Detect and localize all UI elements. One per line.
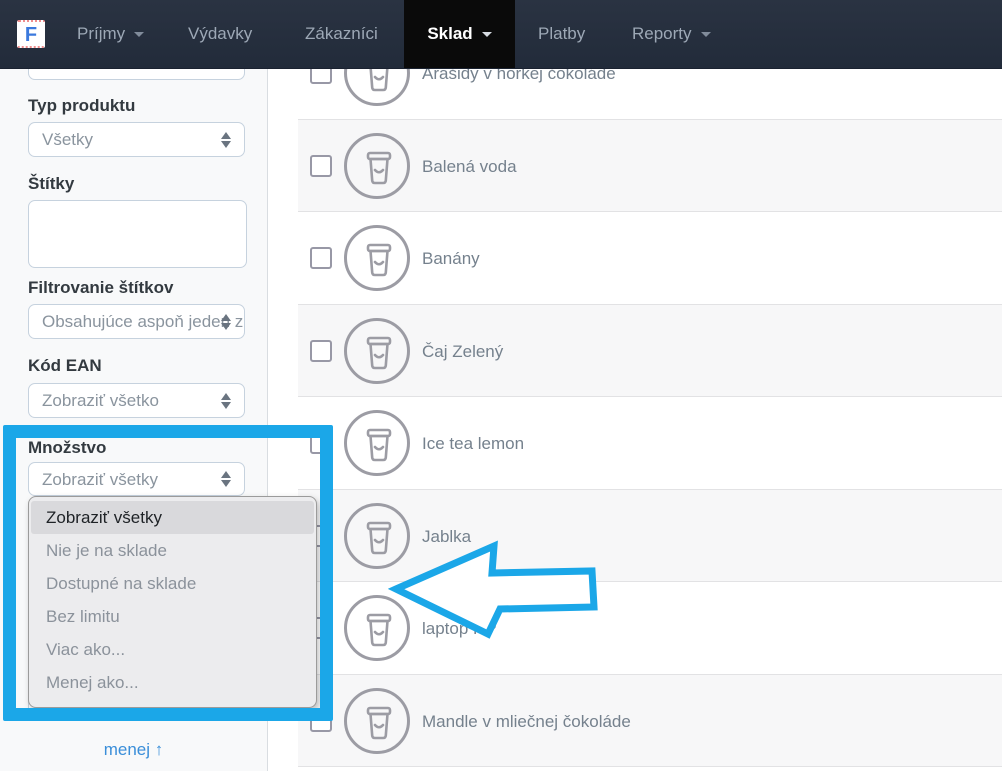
quantity-value: Zobraziť všetky [42,470,158,489]
product-row[interactable]: Čaj Zelený [298,304,1002,397]
product-checkbox[interactable] [310,340,332,362]
arrow-up-icon: ↑ [154,740,164,759]
dropdown-option-less-than[interactable]: Menej ako... [31,666,314,699]
dropdown-option-available[interactable]: Dostupné na sklade [31,567,314,600]
dropdown-option-more-than[interactable]: Viac ako... [31,633,314,666]
nav-item-reporty[interactable]: Reporty [632,0,711,68]
app-logo[interactable]: F [17,20,45,48]
quantity-label: Množstvo [28,438,107,457]
product-name: Jablka [422,527,472,546]
tags-label: Štítky [28,174,75,193]
nav-item-platby[interactable]: Platby [538,0,585,68]
product-checkbox[interactable] [310,710,332,732]
ean-code-value: Zobraziť všetko [42,391,159,410]
ean-code-label: Kód EAN [28,356,102,375]
quantity-dropdown-menu: Zobraziť všetky Nie je na sklade Dostupn… [28,496,317,708]
product-icon [344,595,410,661]
select-arrows-icon [220,470,232,488]
product-row[interactable]: Balená voda [298,119,1002,212]
product-icon [344,410,410,476]
product-name: Banány [422,249,480,268]
product-row[interactable]: Ice tea lemon [298,397,1002,490]
tag-filtering-select[interactable]: Obsahujúce aspoň jeden z [28,304,245,339]
product-row[interactable]: Jablka [298,489,1002,582]
dropdown-option-show-all[interactable]: Zobraziť všetky [31,501,314,534]
product-row[interactable]: Banány [298,212,1002,305]
product-name: Mandle v mliečnej čokoláde [422,712,631,731]
product-name: Čaj Zelený [422,342,504,361]
chevron-down-icon [700,32,711,38]
product-icon [344,225,410,291]
tag-filtering-value: Obsahujúce aspoň jeden z [42,312,244,331]
tag-filtering-label: Filtrovanie štítkov [28,278,174,297]
product-list: Arašidy v horkej čokoláde Balená voda Ba… [268,0,1002,771]
chevron-down-icon [481,32,492,38]
nav-item-sklad-active[interactable]: Sklad [404,0,515,68]
dropdown-option-no-limit[interactable]: Bez limitu [31,600,314,633]
dropdown-option-out-of-stock[interactable]: Nie je na sklade [31,534,314,567]
nav-item-zakaznici[interactable]: Zákazníci [305,0,378,68]
product-type-select[interactable]: Všetky [28,122,245,157]
top-nav: F Príjmy Výdavky Zákazníci Sklad Platby … [0,0,1002,69]
product-row[interactable]: Mandle v mliečnej čokoláde [298,674,1002,767]
product-name: laptop HP [422,619,497,638]
show-less-link[interactable]: menej ↑ [0,740,267,760]
product-icon [344,503,410,569]
product-icon [344,133,410,199]
select-arrows-icon [220,131,232,149]
chevron-down-icon [134,32,145,38]
product-icon [344,688,410,754]
product-icon [344,318,410,384]
product-type-value: Všetky [42,130,94,149]
product-checkbox[interactable] [310,432,332,454]
select-arrows-icon [220,313,232,331]
nav-item-vydavky[interactable]: Výdavky [188,0,252,68]
product-name: Balená voda [422,157,517,176]
product-row[interactable]: laptop HP [298,582,1002,675]
product-type-label: Typ produktu [28,96,136,115]
product-checkbox[interactable] [310,155,332,177]
ean-code-select[interactable]: Zobraziť všetko [28,383,245,418]
nav-item-prijmy[interactable]: Príjmy [77,0,145,68]
product-name: Ice tea lemon [422,434,525,453]
product-checkbox[interactable] [310,247,332,269]
select-arrows-icon [220,392,232,410]
tags-input[interactable] [28,200,247,268]
quantity-select[interactable]: Zobraziť všetky [28,462,245,496]
